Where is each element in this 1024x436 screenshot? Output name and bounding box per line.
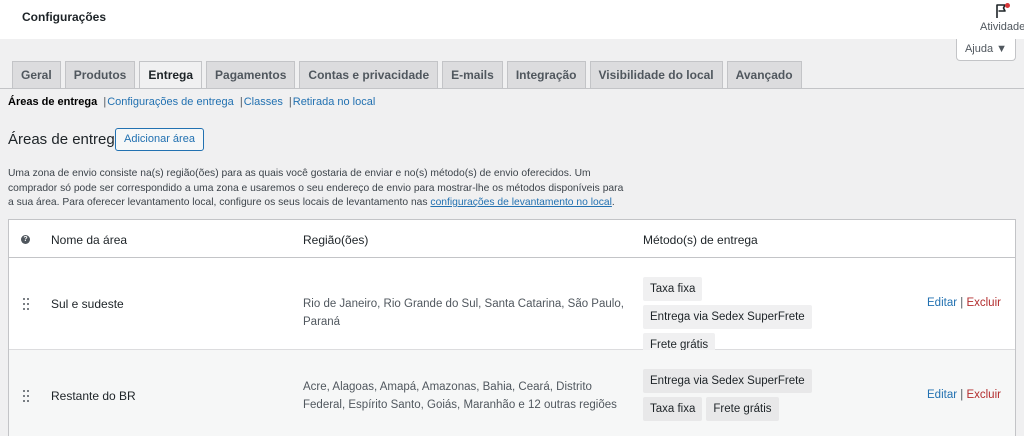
zone-methods: Taxa fixa Entrega via Sedex SuperFrete F… <box>643 277 873 361</box>
method-badge: Taxa fixa <box>643 277 703 301</box>
description-end: . <box>611 197 615 208</box>
method-badge: Entrega via Sedex SuperFrete <box>643 369 812 393</box>
delete-link[interactable]: Excluir <box>966 297 1001 309</box>
zone-methods: Entrega via Sedex SuperFrete Taxa fixa F… <box>643 369 873 425</box>
delete-link[interactable]: Excluir <box>966 389 1001 401</box>
method-badge: Frete grátis <box>706 397 779 421</box>
settings-tabs: Geral Produtos Entrega Pagamentos Contas… <box>12 61 806 89</box>
column-header-regions: Região(ões) <box>303 233 369 247</box>
subnav-link-classes[interactable]: Classes <box>244 96 283 108</box>
subnav-link-configuracoes[interactable]: Configurações de entrega <box>107 96 234 108</box>
zone-name: Sul e sudeste <box>51 297 124 311</box>
tab-entrega[interactable]: Entrega <box>139 61 203 89</box>
add-zone-button[interactable]: Adicionar área <box>115 128 204 151</box>
flag-icon <box>996 3 1010 18</box>
method-badge: Taxa fixa <box>643 397 703 421</box>
subnav-separator: | <box>239 96 243 108</box>
method-badge: Entrega via Sedex SuperFrete <box>643 305 812 329</box>
section-description: Uma zona de envio consiste na(s) região(… <box>8 167 628 211</box>
table-row: Restante do BR Acre, Alagoas, Amapá, Ama… <box>9 350 1015 436</box>
subnav-separator: | <box>288 96 292 108</box>
activity-label: Atividade <box>980 21 1024 33</box>
top-bar: Configurações Atividade <box>0 0 1024 39</box>
tab-visibilidade-local[interactable]: Visibilidade do local <box>589 61 723 88</box>
action-separator: | <box>960 297 964 309</box>
tab-integracao[interactable]: Integração <box>506 61 586 88</box>
help-button[interactable]: Ajuda ▼ <box>956 39 1016 61</box>
table-row: Sul e sudeste Rio de Janeiro, Rio Grande… <box>9 258 1015 357</box>
tab-avancado[interactable]: Avançado <box>726 61 802 88</box>
action-separator: | <box>960 389 964 401</box>
tab-emails[interactable]: E-mails <box>442 61 503 88</box>
column-header-name: Nome da área <box>51 233 128 247</box>
drag-handle-icon[interactable] <box>21 297 31 311</box>
tab-pagamentos[interactable]: Pagamentos <box>206 61 296 88</box>
section-title: Áreas de entrega <box>8 131 124 148</box>
tab-geral[interactable]: Geral <box>12 61 61 88</box>
activity-button[interactable]: Atividade <box>980 0 1024 39</box>
column-header-methods: Método(s) de entrega <box>643 233 758 247</box>
subnav-separator: | <box>103 96 107 108</box>
drag-handle-icon[interactable] <box>21 389 31 403</box>
row-actions: Editar | Excluir <box>927 389 1001 401</box>
zone-regions: Rio de Janeiro, Rio Grande do Sul, Santa… <box>303 298 624 328</box>
tab-produtos[interactable]: Produtos <box>64 61 136 88</box>
row-actions: Editar | Excluir <box>927 297 1001 309</box>
subnav-current: Áreas de entrega <box>8 96 98 108</box>
page-title: Configurações <box>22 10 107 24</box>
edit-link[interactable]: Editar <box>927 297 957 309</box>
shipping-zones-table: ? Nome da área Região(ões) Método(s) de … <box>8 219 1016 436</box>
edit-link[interactable]: Editar <box>927 389 957 401</box>
shipping-subnav: Áreas de entrega |Configurações de entre… <box>8 96 375 108</box>
tab-contas-privacidade[interactable]: Contas e privacidade <box>299 61 439 88</box>
tabs-divider <box>0 88 1024 89</box>
zone-regions: Acre, Alagoas, Amapá, Amazonas, Bahia, C… <box>303 381 617 411</box>
table-header: ? Nome da área Região(ões) Método(s) de … <box>9 220 1015 258</box>
zone-name: Restante do BR <box>51 389 136 403</box>
help-icon[interactable]: ? <box>21 235 30 244</box>
subnav-link-retirada[interactable]: Retirada no local <box>293 96 376 108</box>
local-pickup-settings-link[interactable]: configurações de levantamento no local <box>430 197 611 208</box>
